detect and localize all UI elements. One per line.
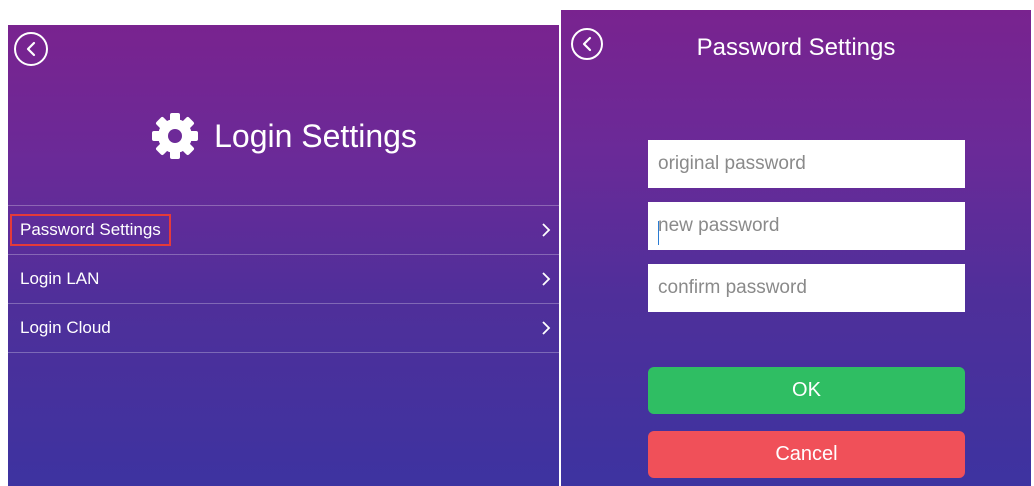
page-title: Login Settings	[214, 117, 417, 154]
confirm-password-field[interactable]	[648, 264, 965, 312]
menu-item-login-cloud[interactable]: Login Cloud	[8, 303, 559, 353]
menu-item-label: Login Cloud	[20, 318, 111, 337]
password-settings-screen: Password Settings OK Cancel	[561, 10, 1031, 486]
menu-item-login-lan[interactable]: Login LAN	[8, 254, 559, 303]
login-settings-screen: Login Settings Password Settings Login L…	[8, 25, 559, 486]
chevron-right-icon	[542, 272, 551, 286]
menu-item-label: Login LAN	[20, 269, 100, 288]
menu-item-label: Password Settings	[10, 214, 171, 246]
menu-item-password-settings[interactable]: Password Settings	[8, 205, 559, 254]
original-password-field[interactable]	[648, 140, 965, 188]
chevron-right-icon	[542, 321, 551, 335]
login-settings-header: Login Settings	[8, 111, 559, 161]
settings-menu: Password Settings Login LAN Login Cloud	[8, 205, 559, 353]
cancel-button[interactable]: Cancel	[648, 431, 965, 478]
page-title: Password Settings	[696, 34, 896, 61]
new-password-field[interactable]	[648, 202, 965, 250]
ok-button[interactable]: OK	[648, 367, 965, 414]
back-button[interactable]	[14, 32, 48, 66]
text-cursor	[658, 221, 659, 245]
chevron-right-icon	[542, 223, 551, 237]
back-arrow-icon	[26, 41, 36, 57]
gear-icon	[152, 113, 199, 159]
